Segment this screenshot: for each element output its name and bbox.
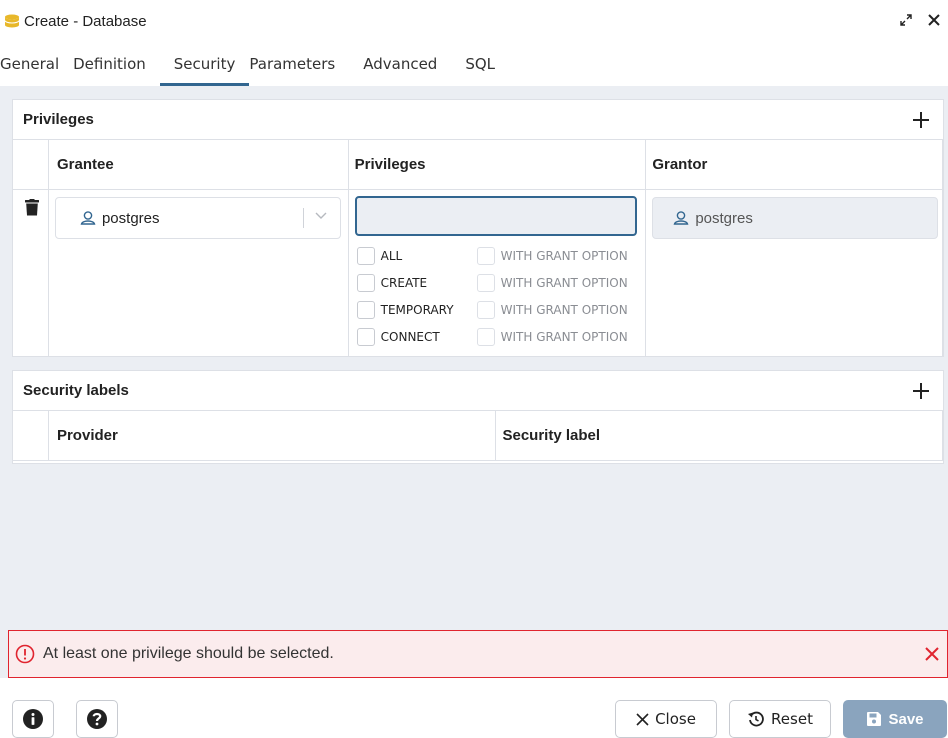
info-button[interactable] bbox=[12, 700, 54, 738]
grant-option-checkbox[interactable] bbox=[476, 300, 495, 319]
privileges-header: Privileges bbox=[13, 100, 943, 140]
grant-option-label: WITH GRANT OPTION bbox=[500, 275, 628, 290]
privilege-label: CONNECT bbox=[380, 329, 440, 344]
grant-option-checkbox[interactable] bbox=[476, 246, 495, 265]
dialog-footer: Close Reset Save bbox=[0, 686, 948, 738]
security-labels-header: Security labels bbox=[13, 371, 943, 411]
save-icon bbox=[867, 712, 882, 726]
save-button[interactable]: Save bbox=[843, 700, 947, 738]
dismiss-error-button[interactable] bbox=[917, 641, 947, 667]
security-labels-title: Security labels bbox=[23, 382, 129, 399]
tab-sql[interactable]: SQL bbox=[451, 44, 509, 86]
table-row: postgres ALL WITH GRANT OPTION CREATE WI… bbox=[13, 190, 943, 356]
privilege-label: TEMPORARY bbox=[380, 302, 454, 317]
tab-definition[interactable]: Definition bbox=[73, 44, 160, 86]
privilege-checkbox-create[interactable] bbox=[356, 273, 375, 292]
user-icon bbox=[673, 211, 689, 225]
grantor-field: postgres bbox=[652, 197, 939, 239]
privilege-checkbox-connect[interactable] bbox=[356, 327, 375, 346]
privilege-checkbox-all[interactable] bbox=[356, 246, 375, 265]
grantee-select[interactable]: postgres bbox=[54, 197, 341, 239]
dialog-close-button[interactable] bbox=[924, 8, 944, 32]
column-header-provider: Provider bbox=[48, 411, 497, 461]
reset-button[interactable]: Reset bbox=[729, 700, 831, 738]
grid-spacer bbox=[13, 411, 49, 461]
grantor-value: postgres bbox=[695, 209, 753, 227]
privilege-option-row: ALL WITH GRANT OPTION bbox=[356, 242, 649, 269]
privileges-cell: ALL WITH GRANT OPTION CREATE WITH GRANT … bbox=[349, 190, 647, 356]
help-button[interactable] bbox=[76, 700, 118, 738]
user-icon bbox=[80, 211, 96, 225]
close-button[interactable]: Close bbox=[615, 700, 717, 738]
save-button-label: Save bbox=[888, 710, 924, 728]
error-message-bar: At least one privilege should be selecte… bbox=[8, 630, 948, 678]
privilege-checkbox-temporary[interactable] bbox=[356, 300, 375, 319]
help-icon bbox=[87, 709, 107, 729]
grant-option-label: WITH GRANT OPTION bbox=[500, 302, 628, 317]
close-button-label: Close bbox=[655, 710, 696, 728]
expand-icon bbox=[900, 14, 912, 26]
grant-option-checkbox[interactable] bbox=[476, 273, 495, 292]
tab-general[interactable]: General bbox=[0, 44, 73, 86]
column-header-privileges: Privileges bbox=[348, 140, 647, 190]
delete-row-button[interactable] bbox=[25, 199, 39, 221]
error-message: At least one privilege should be selecte… bbox=[43, 645, 334, 662]
tab-content: Privileges Grantee Privileges Grantor po… bbox=[0, 86, 948, 678]
tab-bar: General Definition Security Parameters A… bbox=[0, 44, 948, 86]
privileges-input[interactable] bbox=[354, 196, 637, 236]
add-security-label-button[interactable] bbox=[909, 378, 933, 404]
privilege-option-row: CREATE WITH GRANT OPTION bbox=[356, 269, 649, 296]
grantor-cell: postgres bbox=[646, 190, 943, 356]
select-separator bbox=[302, 208, 304, 228]
reset-button-label: Reset bbox=[771, 710, 813, 728]
reset-icon bbox=[748, 711, 764, 727]
chevron-down-icon bbox=[312, 208, 330, 226]
dialog-titlebar: Create - Database bbox=[0, 0, 948, 42]
privilege-label: CREATE bbox=[380, 275, 428, 290]
grantee-cell: postgres bbox=[49, 190, 349, 356]
tab-advanced[interactable]: Advanced bbox=[349, 44, 451, 86]
column-header-security-label: Security label bbox=[496, 411, 943, 461]
tab-security[interactable]: Security bbox=[159, 44, 250, 86]
column-header-grantor: Grantor bbox=[646, 140, 943, 190]
close-icon bbox=[636, 712, 649, 726]
grid-spacer bbox=[13, 140, 49, 190]
grantee-value: postgres bbox=[101, 209, 160, 227]
privileges-title: Privileges bbox=[23, 111, 94, 128]
privilege-options: ALL WITH GRANT OPTION CREATE WITH GRANT … bbox=[356, 242, 649, 350]
security-labels-grid-header: Provider Security label bbox=[13, 411, 943, 461]
grant-option-checkbox[interactable] bbox=[476, 327, 495, 346]
dialog-title: Create - Database bbox=[24, 12, 147, 30]
privileges-panel: Privileges Grantee Privileges Grantor po… bbox=[12, 99, 944, 357]
plus-icon bbox=[913, 382, 929, 399]
grant-option-label: WITH GRANT OPTION bbox=[500, 248, 628, 263]
security-labels-panel: Security labels Provider Security label bbox=[12, 370, 944, 464]
trash-icon bbox=[25, 199, 39, 216]
expand-button[interactable] bbox=[896, 8, 916, 32]
privilege-option-row: TEMPORARY WITH GRANT OPTION bbox=[356, 296, 649, 323]
plus-icon bbox=[913, 111, 929, 128]
privilege-option-row: CONNECT WITH GRANT OPTION bbox=[356, 323, 649, 350]
error-circle-icon bbox=[15, 644, 35, 664]
privilege-label: ALL bbox=[380, 248, 403, 263]
grant-option-label: WITH GRANT OPTION bbox=[500, 329, 628, 344]
info-icon bbox=[23, 709, 43, 729]
tab-parameters[interactable]: Parameters bbox=[249, 44, 349, 86]
add-privilege-button[interactable] bbox=[909, 107, 933, 133]
row-action-cell bbox=[13, 190, 49, 356]
database-icon bbox=[4, 14, 20, 28]
close-icon bbox=[928, 14, 940, 26]
column-header-grantee: Grantee bbox=[48, 140, 349, 190]
close-icon bbox=[925, 647, 939, 661]
privileges-grid-header: Grantee Privileges Grantor bbox=[13, 140, 943, 190]
